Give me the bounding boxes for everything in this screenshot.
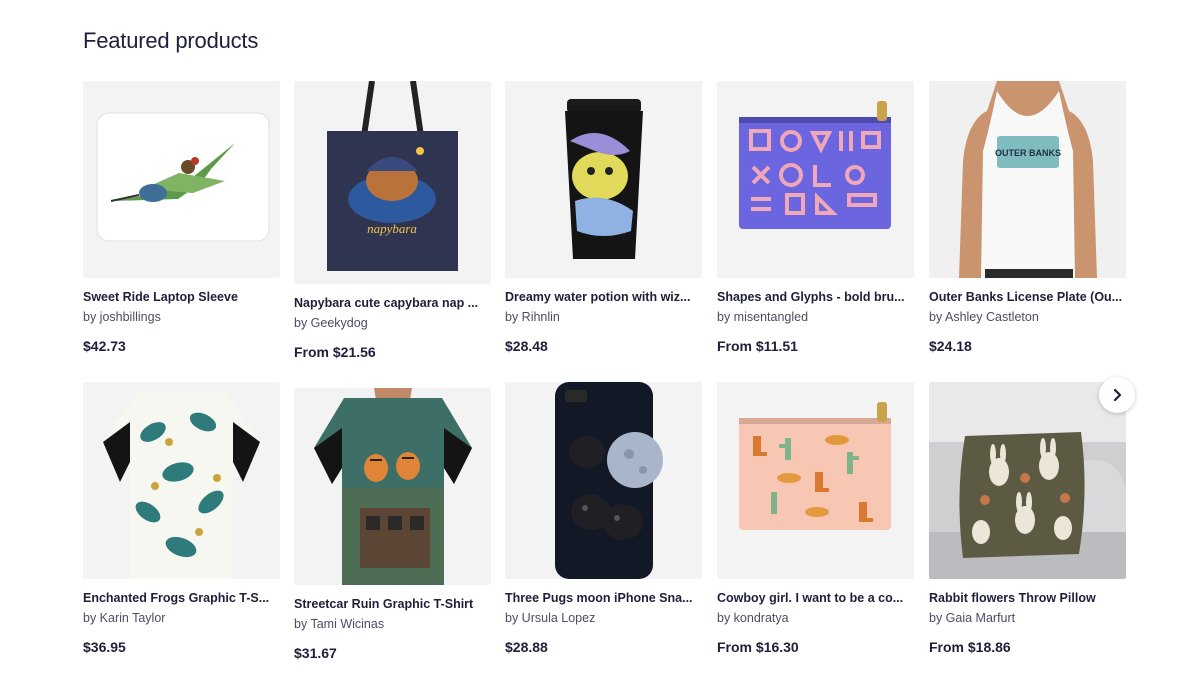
product-image-travel-mug[interactable] — [505, 81, 702, 278]
product-image-zipper-pouch[interactable] — [717, 382, 914, 579]
product-card[interactable]: Streetcar Ruin Graphic T-Shirt by Tami W… — [294, 388, 491, 662]
product-price: $42.73 — [83, 338, 126, 354]
tank-top-print-text: OUTER BANKS — [995, 148, 1061, 158]
product-image-tank-top[interactable]: OUTER BANKS — [929, 81, 1126, 278]
product-card[interactable]: OUTER BANKS Outer Banks License Plate (O… — [929, 81, 1126, 355]
product-price: From $16.30 — [717, 639, 799, 655]
product-card[interactable]: napybara Napybara cute capybara nap ... … — [294, 81, 491, 361]
product-artist[interactable]: by Ursula Lopez — [505, 610, 702, 626]
product-card[interactable]: Cowboy girl. I want to be a co... by kon… — [717, 382, 914, 656]
product-card[interactable]: Sweet Ride Laptop Sleeve by joshbillings… — [83, 81, 280, 355]
product-card[interactable]: Enchanted Frogs Graphic T-S... by Karin … — [83, 382, 280, 656]
product-title[interactable]: Dreamy water potion with wiz... — [505, 289, 702, 305]
product-artist[interactable]: by Gaia Marfurt — [929, 610, 1126, 626]
product-title[interactable]: Streetcar Ruin Graphic T-Shirt — [294, 596, 491, 612]
product-price: $31.67 — [294, 645, 337, 661]
tote-bag-print-text: napybara — [367, 221, 417, 236]
product-image-graphic-tshirt[interactable] — [83, 382, 280, 579]
product-image-throw-pillow[interactable] — [929, 382, 1126, 579]
product-title[interactable]: Napybara cute capybara nap ... — [294, 295, 491, 311]
product-image-tote-bag[interactable]: napybara — [294, 81, 491, 284]
product-card[interactable]: Rabbit flowers Throw Pillow by Gaia Marf… — [929, 382, 1126, 656]
product-artist[interactable]: by Geekydog — [294, 315, 491, 331]
product-artist[interactable]: by joshbillings — [83, 309, 280, 325]
product-artist[interactable]: by Ashley Castleton — [929, 309, 1126, 325]
product-price: From $11.51 — [717, 338, 798, 354]
product-price: From $18.86 — [929, 639, 1011, 655]
product-title[interactable]: Sweet Ride Laptop Sleeve — [83, 289, 280, 305]
carousel-next-button[interactable] — [1099, 377, 1135, 413]
product-artist[interactable]: by misentangled — [717, 309, 914, 325]
product-image-zipper-pouch[interactable] — [717, 81, 914, 278]
product-price: $24.18 — [929, 338, 972, 354]
product-artist[interactable]: by Tami Wicinas — [294, 616, 491, 632]
product-title[interactable]: Outer Banks License Plate (Ou... — [929, 289, 1126, 305]
product-price: $28.88 — [505, 639, 548, 655]
product-card[interactable]: Dreamy water potion with wiz... by Rihnl… — [505, 81, 702, 355]
product-artist[interactable]: by kondratya — [717, 610, 914, 626]
product-image-laptop-sleeve[interactable] — [83, 81, 280, 278]
product-artist[interactable]: by Rihnlin — [505, 309, 702, 325]
product-title[interactable]: Shapes and Glyphs - bold bru... — [717, 289, 914, 305]
product-price: $36.95 — [83, 639, 126, 655]
product-image-graphic-tshirt[interactable] — [294, 388, 491, 585]
product-artist[interactable]: by Karin Taylor — [83, 610, 280, 626]
product-card[interactable]: Three Pugs moon iPhone Sna... by Ursula … — [505, 382, 702, 656]
product-price: $28.48 — [505, 338, 548, 354]
product-title[interactable]: Rabbit flowers Throw Pillow — [929, 590, 1126, 606]
product-title[interactable]: Three Pugs moon iPhone Sna... — [505, 590, 702, 606]
product-title[interactable]: Enchanted Frogs Graphic T-S... — [83, 590, 280, 606]
section-title: Featured products — [83, 28, 259, 53]
chevron-right-icon — [1113, 388, 1122, 402]
product-card[interactable]: Shapes and Glyphs - bold bru... by misen… — [717, 81, 914, 355]
product-title[interactable]: Cowboy girl. I want to be a co... — [717, 590, 914, 606]
product-image-phone-case[interactable] — [505, 382, 702, 579]
product-price: From $21.56 — [294, 344, 376, 360]
